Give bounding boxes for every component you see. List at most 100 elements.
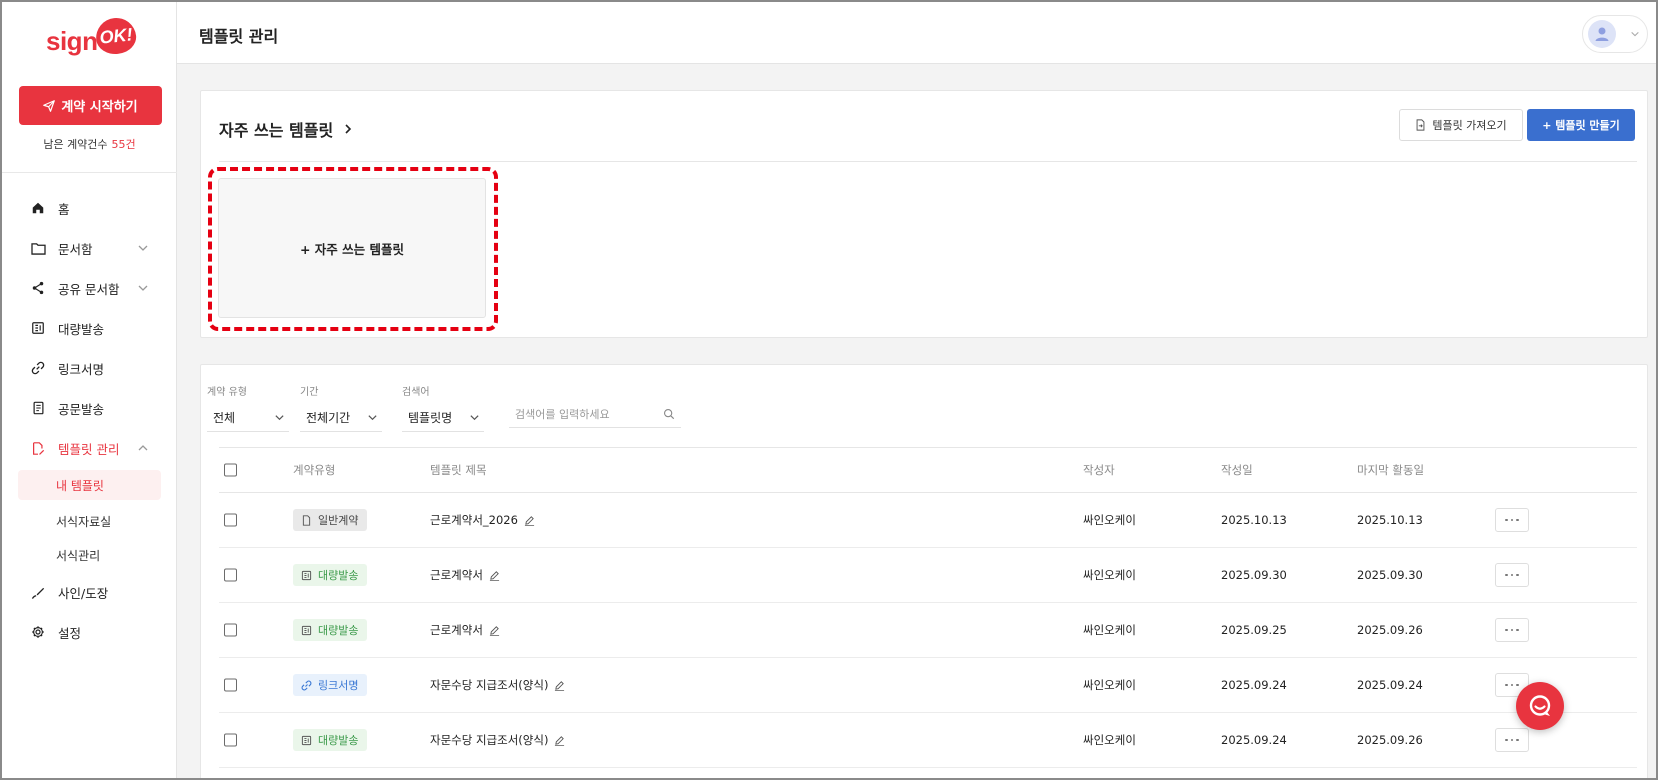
search-placeholder: 검색어를 입력하세요 <box>515 407 610 421</box>
chevron-down-icon[interactable] <box>137 242 149 254</box>
sidebar-item-label: 템플릿 관리 <box>58 441 120 457</box>
sidebar-item-template-management[interactable]: 템플릿 관리 <box>2 428 177 468</box>
logo-sign-text: sign <box>46 26 98 56</box>
created-date: 2025.09.24 <box>1221 678 1287 692</box>
last-activity-date: 2025.09.26 <box>1357 623 1423 637</box>
created-date: 2025.10.13 <box>1221 513 1287 527</box>
author: 싸인오케이 <box>1083 623 1136 637</box>
chat-support-button[interactable] <box>1516 682 1564 730</box>
sidebar-item-settings[interactable]: 설정 <box>2 612 177 652</box>
row-checkbox[interactable] <box>224 623 237 637</box>
chevron-up-icon[interactable] <box>137 442 149 454</box>
sidebar-item-official-letter[interactable]: 공문발송 <box>2 388 177 428</box>
import-template-button[interactable]: 템플릿 가져오기 <box>1399 109 1523 141</box>
table-row[interactable]: 대량발송 자문수당 지급조서(양식) 싸인오케이 2025.09.24 2025… <box>219 713 1637 768</box>
start-contract-button[interactable]: 계약 시작하기 <box>19 86 162 125</box>
chat-icon <box>1529 695 1551 716</box>
row-checkbox[interactable] <box>224 678 237 692</box>
template-title[interactable]: 근로계약서 <box>430 567 483 583</box>
frequent-templates-title-text: 자주 쓰는 템플릿 <box>219 121 334 140</box>
header-template-title: 템플릿 제목 <box>430 463 487 477</box>
send-icon <box>43 99 56 112</box>
sidebar-subitem-label: 내 템플릿 <box>56 478 104 493</box>
search-icon[interactable] <box>663 408 675 420</box>
sidebar-subitem-form-library[interactable]: 서식자료실 <box>2 504 177 538</box>
template-title[interactable]: 자문수당 지급조서(양식) <box>430 732 548 748</box>
period-select[interactable]: 전체기간 <box>300 404 382 432</box>
sidebar-item-home[interactable]: 홈 <box>2 188 177 228</box>
sidebar-item-label: 홈 <box>58 201 70 217</box>
contract-type-value: 전체 <box>213 411 236 425</box>
last-activity-date: 2025.09.26 <box>1357 733 1423 747</box>
edit-icon[interactable] <box>554 735 565 746</box>
table-row[interactable]: 대량발송 근로계약서 싸인오케이 2025.09.30 2025.09.30 <box>219 548 1637 603</box>
create-template-button[interactable]: + 템플릿 만들기 <box>1527 109 1635 141</box>
sidebar-item-bulk-send[interactable]: 대량발송 <box>2 308 177 348</box>
sidebar-subitem-form-management[interactable]: 서식관리 <box>2 538 177 572</box>
template-title[interactable]: 자문수당 지급조서(양식) <box>430 677 548 693</box>
link-icon <box>30 360 46 376</box>
sidebar-item-documents[interactable]: 문서함 <box>2 228 177 268</box>
search-field-select[interactable]: 템플릿명 <box>402 404 484 432</box>
row-checkbox[interactable] <box>224 733 237 747</box>
header-last-activity: 마지막 활동일 <box>1357 463 1425 477</box>
table-row[interactable]: 대량발송 근로계약서 싸인오케이 2025.09.25 2025.09.26 <box>219 603 1637 658</box>
folder-icon <box>30 240 46 256</box>
created-date: 2025.09.30 <box>1221 568 1287 582</box>
contract-type-select[interactable]: 전체 <box>207 404 289 432</box>
sidebar-item-shared-documents[interactable]: 공유 문서함 <box>2 268 177 308</box>
last-activity-date: 2025.09.24 <box>1357 678 1423 692</box>
home-icon <box>30 200 46 216</box>
row-checkbox[interactable] <box>224 513 237 527</box>
sidebar-nav: 홈 문서함 공유 문서함 대량발송 링크서명 공문발송 템플릿 관리 내 템플릿… <box>2 188 177 652</box>
profile-menu-button[interactable] <box>1582 15 1648 53</box>
table-row[interactable]: 링크서명 자문수당 지급조서(양식) 싸인오케이 2025.09.24 2025… <box>219 658 1637 713</box>
search-field-value: 템플릿명 <box>408 411 453 425</box>
edit-icon[interactable] <box>489 570 500 581</box>
edit-icon[interactable] <box>554 680 565 691</box>
chevron-down-icon <box>470 415 479 421</box>
sidebar-subitem-my-templates[interactable]: 내 템플릿 <box>18 470 161 500</box>
frequent-templates-panel: 자주 쓰는 템플릿 템플릿 가져오기 + 템플릿 만들기 + 자주 쓰는 템플릿 <box>200 90 1648 338</box>
frequent-templates-title[interactable]: 자주 쓰는 템플릿 <box>219 117 353 141</box>
template-title[interactable]: 근로계약서_2026 <box>430 512 518 528</box>
sidebar-item-label: 문서함 <box>58 241 93 257</box>
gear-icon <box>30 624 46 640</box>
search-input[interactable]: 검색어를 입력하세요 <box>509 400 681 428</box>
template-icon <box>30 440 46 456</box>
bulk-send-icon <box>30 320 46 336</box>
add-frequent-template-card[interactable]: + 자주 쓰는 템플릿 <box>218 178 486 318</box>
author: 싸인오케이 <box>1083 568 1136 582</box>
bulk-send-icon <box>301 735 312 745</box>
chevron-down-icon[interactable] <box>137 282 149 294</box>
sidebar-item-link-sign[interactable]: 링크서명 <box>2 348 177 388</box>
sidebar-item-signature-stamp[interactable]: 사인/도장 <box>2 572 177 612</box>
period-value: 전체기간 <box>306 411 351 425</box>
chevron-right-icon <box>345 124 352 134</box>
template-title[interactable]: 근로계약서 <box>430 622 483 638</box>
logo-ok-badge: OK! <box>94 16 138 56</box>
last-activity-date: 2025.10.13 <box>1357 513 1423 527</box>
edit-icon[interactable] <box>524 515 535 526</box>
contract-type-badge: 대량발송 <box>293 619 368 641</box>
table-row[interactable]: 일반계약 근로계약서_2026 싸인오케이 2025.10.13 2025.10… <box>219 493 1637 548</box>
select-all-checkbox[interactable] <box>224 463 237 477</box>
panel-divider <box>219 161 1637 162</box>
more-options-button[interactable] <box>1495 508 1529 532</box>
author: 싸인오케이 <box>1083 513 1136 527</box>
template-table: 계약유형 템플릿 제목 작성자 작성일 마지막 활동일 일반계약 근로계약서_2… <box>219 447 1637 768</box>
signok-logo[interactable]: sign OK! <box>46 16 146 60</box>
author: 싸인오케이 <box>1083 678 1136 692</box>
user-icon <box>1595 27 1609 41</box>
more-options-button[interactable] <box>1495 563 1529 587</box>
remaining-contracts: 남은 계약건수 55건 <box>2 136 177 152</box>
author: 싸인오케이 <box>1083 733 1136 747</box>
bulk-send-icon <box>301 625 312 635</box>
document-icon <box>30 400 46 416</box>
edit-icon[interactable] <box>489 625 500 636</box>
contract-type-label: 대량발송 <box>318 569 359 582</box>
row-checkbox[interactable] <box>224 568 237 582</box>
more-options-button[interactable] <box>1495 728 1529 752</box>
chevron-down-icon <box>368 415 377 421</box>
more-options-button[interactable] <box>1495 618 1529 642</box>
